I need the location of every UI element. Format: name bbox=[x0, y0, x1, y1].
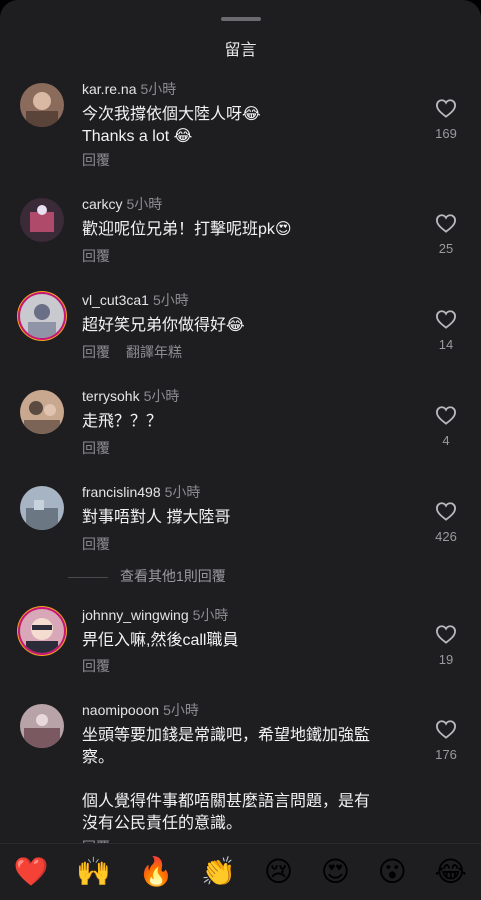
comment-text-line: 今次我撐依個大陸人呀😂 bbox=[82, 106, 261, 123]
comment-actions: 回覆 bbox=[82, 534, 110, 554]
comment-text: 歡迎呢位兄弟！打擊呢班pk😍 bbox=[82, 219, 402, 241]
heart-icon[interactable] bbox=[435, 405, 457, 425]
comment-list[interactable]: kar.re.na 5小時 今次我撐依個大陸人呀😂 Thanks a lot 😂 … bbox=[0, 66, 481, 846]
heart-emoji-button[interactable]: ❤️ bbox=[14, 858, 49, 886]
comment-text: 畀佢入嘛,然後call職員 bbox=[82, 630, 402, 652]
reply-button[interactable]: 回覆 bbox=[82, 440, 110, 456]
timestamp: 5小時 bbox=[164, 484, 201, 500]
comment-text-line: 沒有公民責任的意識。 bbox=[82, 815, 243, 832]
emoji-reaction-bar: ❤️ 🙌 🔥 👏 😢 😍 😮 😂 bbox=[0, 843, 481, 900]
like-count: 19 bbox=[438, 652, 454, 667]
comment-text-line: 坐頭等要加錢是常識吧，希望地鐵加強監 bbox=[82, 727, 371, 744]
avatar[interactable] bbox=[20, 609, 64, 653]
drag-handle[interactable] bbox=[221, 17, 261, 21]
heart-icon[interactable] bbox=[435, 501, 457, 521]
comment-actions: 回覆 bbox=[82, 246, 110, 266]
comment-text: 坐頭等要加錢是常識吧，希望地鐵加強監 察。 個人覺得件事都唔關甚麼語言問題，是有… bbox=[82, 725, 402, 835]
username[interactable]: kar.re.na bbox=[82, 81, 136, 97]
like-button[interactable]: 176 bbox=[420, 719, 472, 762]
like-button[interactable]: 169 bbox=[420, 98, 472, 141]
avatar[interactable] bbox=[20, 294, 64, 338]
avatar[interactable] bbox=[20, 486, 64, 530]
like-count: 4 bbox=[442, 433, 450, 448]
surprised-emoji-button[interactable]: 😮 bbox=[378, 858, 407, 886]
username[interactable]: johnny_wingwing bbox=[82, 607, 189, 623]
comment-text: 對事唔對人 撐大陸哥 bbox=[82, 507, 402, 529]
heart-eyes-emoji-button[interactable]: 😍 bbox=[321, 858, 350, 886]
comment-actions: 回覆 翻譯年糕 bbox=[82, 342, 182, 362]
view-more-replies-link[interactable]: 查看其他1則回覆 bbox=[68, 566, 226, 586]
reply-button[interactable]: 回覆 bbox=[82, 344, 110, 360]
heart-icon[interactable] bbox=[435, 309, 457, 329]
timestamp: 5小時 bbox=[152, 292, 189, 308]
timestamp: 5小時 bbox=[140, 81, 177, 97]
timestamp: 5小時 bbox=[143, 388, 180, 404]
comment-actions: 回覆 bbox=[82, 150, 110, 170]
comment-text-line: 走飛？？？ bbox=[82, 413, 163, 430]
comment-text: 走飛？？？ bbox=[82, 411, 402, 433]
avatar[interactable] bbox=[20, 390, 64, 434]
reply-button[interactable]: 回覆 bbox=[82, 658, 110, 674]
like-button[interactable]: 19 bbox=[420, 624, 472, 667]
reply-button[interactable]: 回覆 bbox=[82, 152, 110, 168]
like-count: 426 bbox=[435, 529, 457, 544]
comment-text: 超好笑兄弟你做得好😂 bbox=[82, 315, 402, 337]
username[interactable]: francislin498 bbox=[82, 484, 161, 500]
comment-meta: terrysohk 5小時 bbox=[82, 386, 179, 406]
username[interactable]: vl_cut3ca1 bbox=[82, 292, 149, 308]
raised-hands-emoji-button[interactable]: 🙌 bbox=[76, 858, 111, 886]
comment-meta: vl_cut3ca1 5小時 bbox=[82, 290, 189, 310]
comment-text-line: Thanks a lot 😂 bbox=[82, 128, 193, 145]
heart-icon[interactable] bbox=[435, 624, 457, 644]
translate-button[interactable]: 翻譯年糕 bbox=[126, 344, 182, 360]
comment-meta: kar.re.na 5小時 bbox=[82, 79, 176, 99]
fire-emoji-button[interactable]: 🔥 bbox=[139, 858, 174, 886]
like-count: 176 bbox=[435, 747, 457, 762]
avatar[interactable] bbox=[20, 83, 64, 127]
comment-meta: carkcy 5小時 bbox=[82, 194, 162, 214]
sheet-title: 留言 bbox=[224, 42, 257, 59]
reply-button[interactable]: 回覆 bbox=[82, 536, 110, 552]
like-count: 14 bbox=[438, 337, 454, 352]
comments-sheet: 留言 kar.re.na 5小時 今次我撐依個大陸人呀😂 Thanks a lot… bbox=[0, 0, 481, 900]
comment-text-line: 對事唔對人 撐大陸哥 bbox=[82, 509, 231, 526]
heart-icon[interactable] bbox=[435, 98, 457, 118]
like-button[interactable]: 25 bbox=[420, 213, 472, 256]
timestamp: 5小時 bbox=[163, 702, 199, 718]
heart-icon[interactable] bbox=[435, 213, 457, 233]
clapping-emoji-button[interactable]: 👏 bbox=[201, 858, 236, 886]
laughing-emoji-button[interactable]: 😂 bbox=[434, 858, 467, 886]
comment-text-line: 歡迎呢位兄弟！打擊呢班pk😍 bbox=[82, 221, 292, 238]
comment-meta: johnny_wingwing 5小時 bbox=[82, 605, 228, 625]
comment-text-line: 察。 bbox=[82, 749, 115, 766]
comment-actions: 回覆 bbox=[82, 656, 110, 676]
heart-icon[interactable] bbox=[435, 719, 457, 739]
comment-actions: 回覆 bbox=[82, 438, 110, 458]
avatar[interactable] bbox=[20, 704, 64, 748]
comment-meta: naomipooon 5小時 bbox=[82, 700, 199, 720]
crying-emoji-button[interactable]: 😢 bbox=[264, 858, 293, 886]
view-more-replies-label[interactable]: 查看其他1則回覆 bbox=[120, 568, 226, 584]
timestamp: 5小時 bbox=[192, 607, 229, 623]
comment-text: 今次我撐依個大陸人呀😂 Thanks a lot 😂 bbox=[82, 104, 402, 148]
replies-divider bbox=[68, 576, 108, 578]
username[interactable]: terrysohk bbox=[82, 388, 140, 404]
timestamp: 5小時 bbox=[126, 196, 163, 212]
comment-text-line: 超好笑兄弟你做得好😂 bbox=[82, 317, 245, 334]
like-button[interactable]: 14 bbox=[420, 309, 472, 352]
comment-text-line: 畀佢入嘛,然後call職員 bbox=[82, 632, 239, 649]
like-button[interactable]: 4 bbox=[420, 405, 472, 448]
like-count: 169 bbox=[435, 126, 457, 141]
username[interactable]: naomipooon bbox=[82, 702, 159, 718]
comment-text-spacer bbox=[82, 769, 402, 791]
like-button[interactable]: 426 bbox=[420, 501, 472, 544]
avatar[interactable] bbox=[20, 198, 64, 242]
comment-meta: francislin498 5小時 bbox=[82, 482, 200, 502]
like-count: 25 bbox=[438, 241, 454, 256]
reply-button[interactable]: 回覆 bbox=[82, 248, 110, 264]
comment-text-line: 個人覺得件事都唔關甚麼語言問題，是有 bbox=[82, 793, 371, 810]
username[interactable]: carkcy bbox=[82, 196, 122, 212]
